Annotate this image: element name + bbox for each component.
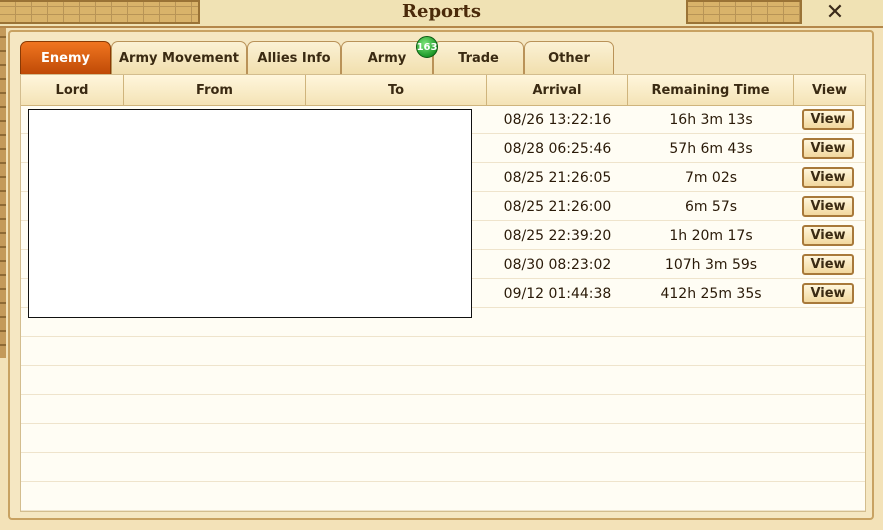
tab-allies-info[interactable]: Allies Info [247,41,341,74]
arrival-cell: 08/26 13:22:16 [503,111,612,128]
view-button[interactable]: View [802,225,854,246]
tab-army-movement[interactable]: Army Movement [111,41,247,74]
remaining-time-cell: 57h 6m 43s [669,140,753,157]
remaining-time-cell: 412h 25m 35s [660,285,762,302]
view-button[interactable]: View [802,167,854,188]
wall-edge-decoration [0,28,6,358]
column-header-view: View [811,82,848,98]
tab-enemy[interactable]: Enemy [20,41,111,74]
army-count-badge: 163 [416,36,438,58]
redacted-area [28,109,472,318]
column-header-arrival: Arrival [487,75,628,105]
column-header-lord: Lord [21,75,124,105]
column-header-remaining-time: Remaining Time [628,75,794,105]
column-header-to: To [306,75,487,105]
arrival-cell: 08/25 21:26:00 [503,198,612,215]
empty-row [21,366,865,395]
remaining-time-cell: 107h 3m 59s [664,256,758,273]
remaining-time-cell: 16h 3m 13s [669,111,753,128]
tab-other[interactable]: Other [524,41,614,74]
column-header-from: From [124,75,306,105]
close-button[interactable]: ✕ [806,0,864,25]
tab-trade[interactable]: Trade [433,41,524,74]
arrival-cell: 08/25 21:26:05 [503,169,612,186]
close-icon: ✕ [825,0,845,25]
empty-row [21,395,865,424]
empty-row [21,337,865,366]
empty-row [21,424,865,453]
empty-row [21,482,865,511]
view-button[interactable]: View [802,109,854,130]
remaining-time-cell: 7m 02s [684,169,738,186]
remaining-time-cell: 1h 20m 17s [669,227,753,244]
view-button[interactable]: View [802,283,854,304]
view-button[interactable]: View [802,196,854,217]
arrival-cell: 08/25 22:39:20 [503,227,612,244]
remaining-time-cell: 6m 57s [684,198,738,215]
brick-decoration-right [686,0,802,24]
table-header: Lord From To Arrival Remaining Time View [21,75,865,106]
arrival-cell: 08/28 06:25:46 [503,140,612,157]
arrival-cell: 08/30 08:23:02 [503,256,612,273]
empty-row [21,453,865,482]
arrival-cell: 09/12 01:44:38 [503,285,612,302]
title-bar: Reports ✕ [0,0,883,28]
view-button[interactable]: View [802,254,854,275]
view-button[interactable]: View [802,138,854,159]
